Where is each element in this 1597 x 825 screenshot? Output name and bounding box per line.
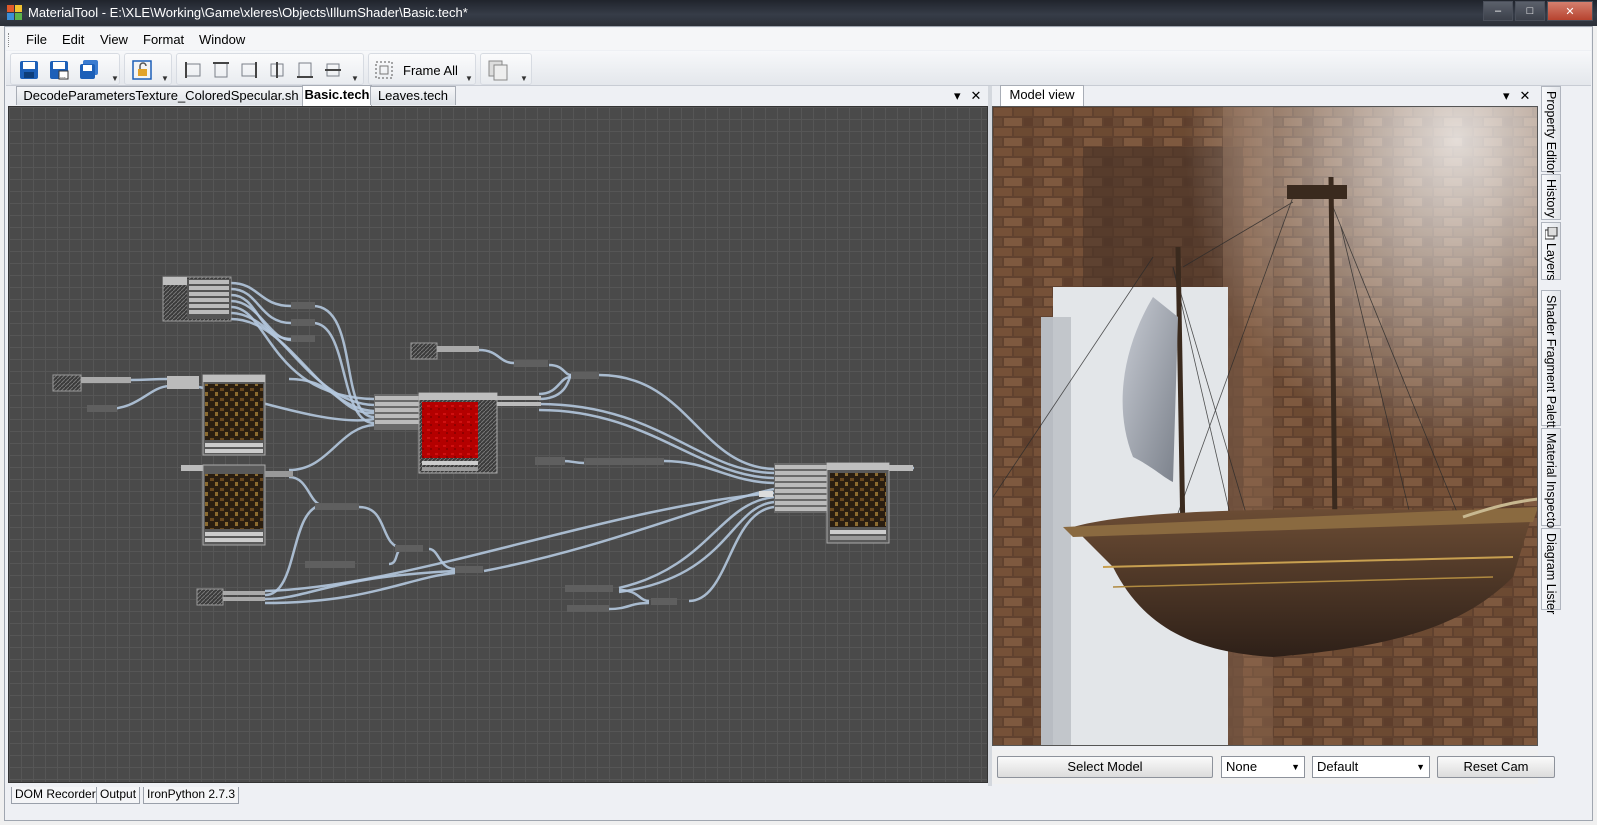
chevron-down-icon: ▼ [1416,762,1425,772]
side-tab-layers[interactable]: Layers [1541,222,1561,281]
environment-select-value: Default [1317,759,1359,774]
align-center-icon[interactable] [266,59,288,81]
model-view-tabs: Model view [992,85,1538,106]
model-pane-buttons: ▾ ✕ [1503,88,1530,104]
tab-close-icon[interactable]: ✕ [971,88,982,104]
environment-select[interactable]: Default ▼ [1312,756,1430,778]
edit-toolbar: ▼ [480,53,532,85]
tab-ironpython[interactable]: IronPython 2.7.3 [143,787,240,804]
side-tab-history[interactable]: History [1541,174,1561,220]
save-all-icon[interactable] [78,59,100,81]
toolbar-overflow-icon[interactable]: ▼ [351,74,359,83]
layers-icon [1545,227,1558,240]
copy-icon[interactable] [487,59,509,81]
app-icon [7,5,22,20]
align-bottom-icon[interactable] [294,59,316,81]
tab-basic-tech[interactable]: Basic.tech [302,85,372,106]
toolbar: ... ▼ ▼ ▼ Frame All ▼ ▼ [6,51,1591,86]
side-tab-diagram-lister[interactable]: Diagram Lister [1541,528,1561,614]
close-button[interactable]: ✕ [1547,1,1593,21]
toolbar-overflow-icon[interactable]: ▼ [520,74,528,83]
align-left-icon[interactable] [182,59,204,81]
align-toolbar: ▼ [176,53,364,85]
tab-dropdown-icon[interactable]: ▾ [954,88,961,104]
align-right-icon[interactable] [238,59,260,81]
model-viewport[interactable] [992,106,1538,746]
node-constant-specular[interactable] [535,457,664,465]
node-sample-texture-a[interactable] [167,374,266,456]
frame-all-button[interactable]: Frame All [403,63,458,78]
menu-view[interactable]: View [100,32,128,47]
file-toolbar: ... ▼ [10,53,120,85]
align-top-icon[interactable] [210,59,232,81]
title-bar[interactable]: MaterialTool - E:\XLE\Working\Game\xlere… [0,0,1597,26]
node-input-variables[interactable] [162,276,232,322]
align-middle-icon[interactable] [322,59,344,81]
frame-all-icon[interactable] [373,59,395,81]
window-title: MaterialTool - E:\XLE\Working\Game\xlere… [28,5,468,20]
document-pane-buttons: ▾ ✕ [954,88,981,104]
menu-edit[interactable]: Edit [62,32,84,47]
select-model-button[interactable]: Select Model [997,756,1213,778]
reset-cam-button[interactable]: Reset Cam [1437,756,1555,778]
side-tab-material-inspector[interactable]: Material Inspector [1541,428,1561,532]
node-math-group-top[interactable] [514,360,599,379]
tab-close-icon[interactable]: ✕ [1520,88,1531,104]
maximize-button[interactable]: □ [1515,1,1545,21]
side-tab-property-editor[interactable]: Property Editor [1541,86,1561,174]
menu-bar: File Edit View Format Window [6,28,1591,50]
menu-grip [8,33,12,47]
model-controls: Select Model None ▼ Default ▼ Reset Cam [992,750,1555,784]
node-graph-canvas[interactable] [8,106,988,783]
chevron-down-icon: ▼ [1291,762,1300,772]
node-input-diffuse[interactable] [52,374,131,412]
lock-toolbar: ▼ [124,53,172,85]
lighting-select-value: None [1226,759,1258,774]
toolbar-overflow-icon[interactable]: ▼ [465,74,473,83]
side-tab-shader-fragment-palette[interactable]: Shader Fragment Palette [1541,290,1561,435]
menu-format[interactable]: Format [143,32,184,47]
menu-file[interactable]: File [26,32,47,47]
node-graph[interactable] [9,107,988,783]
node-constant-group[interactable] [291,302,315,342]
node-output[interactable] [759,462,913,544]
toolbar-overflow-icon[interactable]: ▼ [111,74,119,83]
svg-text:...: ... [60,73,66,80]
node-input-opacity[interactable] [196,588,265,606]
tab-model-view[interactable]: Model view [1000,85,1084,106]
side-dock-tabs: Property Editor History Layers Shader Fr… [1541,86,1563,786]
document-tabs: DecodeParametersTexture_ColoredSpecular.… [8,85,988,106]
tab-decode-parameters[interactable]: DecodeParametersTexture_ColoredSpecular.… [16,86,306,105]
node-input-material[interactable] [410,342,479,360]
node-decode-parameters[interactable] [374,392,541,474]
save-icon[interactable] [18,59,40,81]
lock-icon[interactable] [131,59,153,81]
ship-render [993,107,1537,745]
toolbar-overflow-icon[interactable]: ▼ [161,74,169,83]
tab-dom-recorder[interactable]: DOM Recorder [11,787,100,804]
tab-output[interactable]: Output [96,787,141,804]
tab-dropdown-icon[interactable]: ▾ [1503,88,1510,104]
lighting-select[interactable]: None ▼ [1221,756,1305,778]
frame-toolbar: Frame All ▼ [368,53,476,85]
node-sample-texture-b[interactable] [181,464,293,546]
tab-leaves-tech[interactable]: Leaves.tech [370,86,456,105]
save-as-icon[interactable]: ... [48,59,70,81]
menu-window[interactable]: Window [199,32,245,47]
minimize-button[interactable]: – [1483,1,1513,21]
